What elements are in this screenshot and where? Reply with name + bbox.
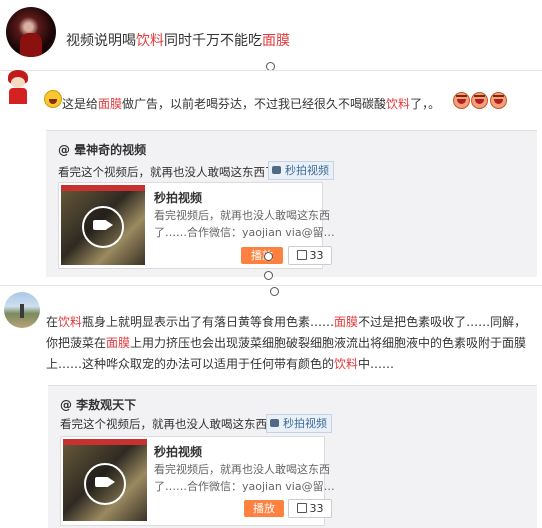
video-card[interactable]: 秒拍视频 看完视频后，就再也没人敢喝这东西 了……合作微信：yaojian vi… xyxy=(60,436,335,526)
repost-card: @ 李敖观天下 看完这个视频后，就再也没人敢喝这东西了. 秒拍视频 秒拍视频 看… xyxy=(48,385,537,528)
video-description-line: 看完视频后，就再也没人敢喝这东西 xyxy=(154,209,330,222)
video-title: 秒拍视频 xyxy=(154,445,203,459)
laugh-emoji-icon xyxy=(471,92,488,109)
video-description-line: 了……合作微信：yaojian via@留… xyxy=(154,480,335,493)
video-description-line: 了……合作微信：yaojian via@留… xyxy=(154,226,335,239)
video-source-tag[interactable]: 秒拍视频 xyxy=(268,161,334,180)
laugh-emoji-icon xyxy=(490,92,507,109)
camera-icon xyxy=(93,220,113,230)
divider xyxy=(0,285,542,286)
divider xyxy=(0,70,542,71)
repost-text: 看完这个视频后，就再也没人敢喝这东西了。 xyxy=(58,165,288,179)
expand-dot-icon[interactable] xyxy=(270,287,279,296)
video-icon xyxy=(270,419,279,427)
repost-card: @ 晕神奇的视频 看完这个视频后，就再也没人敢喝这东西了。 秒拍视频 秒拍视频 … xyxy=(46,130,537,277)
play-button[interactable]: 播放 xyxy=(241,247,283,264)
post-title: 视频说明喝饮料同时千万不能吃面膜 xyxy=(66,33,290,49)
repost-username[interactable]: @ 晕神奇的视频 xyxy=(58,141,146,158)
grin-emoji-icon xyxy=(44,90,62,108)
comment-text: 在饮料瓶身上就明显表示出了有落日黄等食用色素……面膜不过是把色素吸收了……同解，… xyxy=(46,315,527,371)
like-button[interactable]: 33 xyxy=(288,246,332,265)
thumb-up-icon xyxy=(296,250,307,260)
repost-text: 看完这个视频后，就再也没人敢喝这东西了. xyxy=(60,417,283,431)
video-icon xyxy=(272,166,281,174)
thumb-up-icon xyxy=(296,503,307,513)
commenter-avatar[interactable] xyxy=(4,70,32,106)
commenter-avatar[interactable] xyxy=(4,292,40,328)
play-button[interactable]: 播放 xyxy=(244,500,284,517)
comment-text: 这是给面膜做广告，以前老喝芬达，不过我已经很久不喝碳酸饮料了，。 xyxy=(62,97,441,111)
post-author-avatar[interactable] xyxy=(6,7,56,57)
expand-dot-icon[interactable] xyxy=(264,252,273,261)
video-title: 秒拍视频 xyxy=(154,191,203,205)
camera-icon xyxy=(95,477,115,487)
video-thumbnail[interactable] xyxy=(63,439,147,521)
video-description-line: 看完视频后，就再也没人敢喝这东西 xyxy=(154,463,330,476)
like-button[interactable]: 33 xyxy=(288,499,332,518)
laugh-emoji-icon xyxy=(453,92,470,109)
video-thumbnail[interactable] xyxy=(61,185,145,265)
video-card[interactable]: 秒拍视频 看完视频后，就再也没人敢喝这东西 了……合作微信：yaojian vi… xyxy=(58,182,335,269)
video-source-tag[interactable]: 秒拍视频 xyxy=(266,414,332,433)
expand-dot-icon[interactable] xyxy=(264,271,273,280)
repost-username[interactable]: @ 李敖观天下 xyxy=(60,396,136,413)
